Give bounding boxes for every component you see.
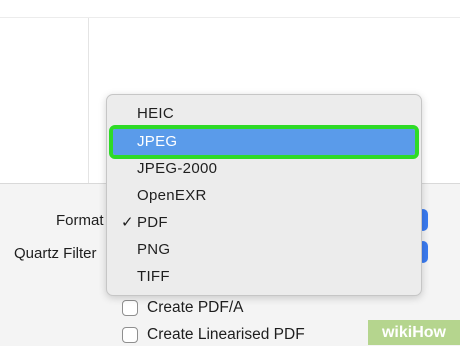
watermark-prefix: wiki [381, 324, 413, 341]
create-pdfa-option[interactable]: Create PDF/A [122, 299, 243, 317]
menu-item-jpeg[interactable]: JPEG [109, 125, 419, 159]
create-linearised-pdf-checkbox[interactable] [122, 327, 138, 343]
format-label: Format [56, 212, 104, 229]
menu-item-label: JPEG [137, 133, 178, 150]
menu-item-tiff[interactable]: TIFF [113, 264, 415, 290]
watermark-suffix: How [412, 324, 446, 341]
create-pdfa-label: Create PDF/A [147, 299, 244, 316]
menu-item-label: PDF [137, 214, 168, 231]
menu-item-openexr[interactable]: OpenEXR [113, 183, 415, 209]
menu-item-label: HEIC [137, 105, 175, 122]
wikihow-watermark: wikiHow [368, 320, 460, 345]
menu-item-label: JPEG-2000 [137, 160, 218, 177]
checkmark-icon: ✓ [121, 214, 134, 231]
menu-item-jpeg-2000[interactable]: JPEG-2000 [113, 156, 415, 182]
format-dropdown-menu: HEIC JPEG JPEG-2000 OpenEXR ✓ PDF PNG TI… [106, 94, 422, 296]
create-pdfa-checkbox[interactable] [122, 300, 138, 316]
menu-item-png[interactable]: PNG [113, 237, 415, 263]
toolbar-separator [0, 17, 460, 18]
create-linearised-pdf-option[interactable]: Create Linearised PDF [122, 326, 305, 344]
menu-item-label: PNG [137, 241, 171, 258]
menu-item-pdf[interactable]: ✓ PDF [113, 210, 415, 236]
menu-item-heic[interactable]: HEIC [113, 101, 415, 127]
create-linearised-pdf-label: Create Linearised PDF [147, 326, 305, 343]
sidebar-divider [88, 18, 89, 183]
quartz-filter-label: Quartz Filter [14, 245, 97, 262]
menu-item-label: OpenEXR [137, 187, 207, 204]
menu-item-label: TIFF [137, 268, 170, 285]
